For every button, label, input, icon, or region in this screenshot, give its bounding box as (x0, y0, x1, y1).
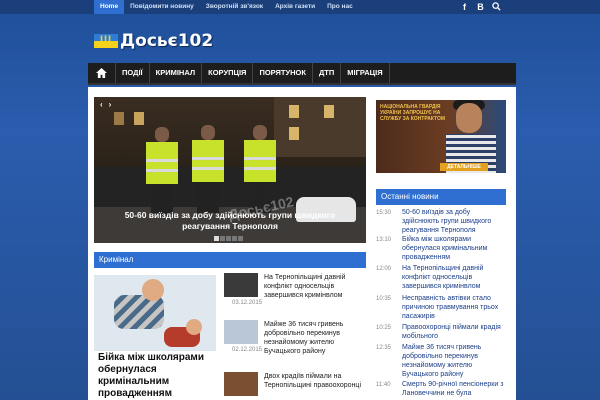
news-title[interactable]: Бійка між школярами обернулася криміналь… (402, 235, 506, 264)
nav-crime[interactable]: КРИМІНАЛ (150, 63, 203, 83)
list-item[interactable]: 12:00 На Тернопільщині давній конфлікт о… (376, 264, 506, 294)
nav-corruption[interactable]: КОРУПЦІЯ (202, 63, 254, 83)
news-time: 11:40 (376, 382, 391, 388)
nav-migration[interactable]: МІГРАЦІЯ (341, 63, 390, 83)
news-time: 13:10 (376, 237, 392, 243)
news-thumbnail (224, 320, 258, 344)
news-title[interactable]: На Тернопільщині давній конфлікт односел… (402, 264, 506, 294)
news-date: 03.12.2015 (232, 300, 263, 306)
slider-next-button[interactable]: › (109, 100, 112, 109)
search-icon[interactable] (491, 1, 502, 13)
news-title[interactable]: Несправність автівки стало причиною трав… (402, 294, 506, 323)
advertisement-banner[interactable]: Національна гвардія України запрошує на … (376, 100, 506, 173)
slider-prev-button[interactable]: ‹ (100, 100, 103, 109)
top-bar: Home Повідомити новину Зворотній зв'язок… (0, 0, 600, 14)
news-title[interactable]: Правоохоронці пiймали крадія мобільного (402, 323, 506, 343)
slider-dot[interactable] (232, 236, 237, 241)
topnav-about[interactable]: Про нас (321, 0, 359, 14)
news-time: 12:35 (376, 345, 392, 351)
featured-crime-title[interactable]: Бійка між школярами обернулася криміналь… (98, 352, 216, 400)
news-title[interactable]: Майже 36 тисяч гривень добровільно перек… (402, 343, 506, 380)
topnav-archive[interactable]: Архів газети (269, 0, 321, 14)
latest-news-list: 15:30 50-60 виїздів за добу здійснюють г… (376, 208, 506, 400)
list-item[interactable]: Майже 36 тисяч гривень добровільно перек… (224, 320, 364, 360)
news-title[interactable]: На Тернопільщині давній конфлікт односел… (264, 273, 364, 300)
news-title[interactable]: Двох крадіїв пiймали на Тернопільщині пр… (264, 372, 364, 390)
trident-icon (94, 34, 118, 48)
list-item[interactable]: На Тернопільщині давній конфлікт односел… (224, 273, 364, 313)
list-item[interactable]: 15:30 50-60 виїздів за добу здійснюють г… (376, 208, 506, 235)
topnav-report-news[interactable]: Повідомити новину (124, 0, 200, 14)
nav-events[interactable]: ПОДІЇ (116, 63, 150, 83)
news-time: 10:25 (376, 325, 392, 331)
section-heading-crime[interactable]: Кримінал (94, 252, 366, 268)
section-heading-latest: Останні новини (376, 189, 506, 205)
list-item[interactable]: 13:10 Бійка між школярами обернулася кри… (376, 235, 506, 264)
logo-text: Досьє102 (120, 31, 214, 51)
slider-dot[interactable] (226, 236, 231, 241)
main-nav: ПОДІЇ КРИМІНАЛ КОРУПЦІЯ ПОРЯТУНОК ДТП МІ… (88, 63, 516, 85)
officer-photo (188, 125, 228, 213)
slider-dot[interactable] (238, 236, 243, 241)
news-time: 15:30 (376, 210, 392, 216)
news-time: 12:00 (376, 266, 392, 272)
facebook-icon[interactable]: f (459, 2, 470, 12)
list-item[interactable]: 10:35 Несправність автівки стало причино… (376, 294, 506, 323)
news-title[interactable]: Смерть 90-річної пенсіонерки з Лановеччи… (402, 380, 506, 400)
news-thumbnail (224, 372, 258, 396)
slider-pagination (214, 236, 243, 241)
ad-details-button[interactable]: ДЕТАЛЬНІШЕ (440, 163, 488, 171)
nav-rescue[interactable]: ПОРЯТУНОК (253, 63, 313, 83)
list-item[interactable]: Двох крадіїв пiймали на Тернопільщині пр… (224, 372, 364, 400)
ad-text: Національна гвардія України запрошує на … (380, 104, 445, 122)
news-thumbnail (224, 273, 258, 297)
list-item[interactable]: 12:35 Майже 36 тисяч гривень добровільно… (376, 343, 506, 380)
nav-traffic-accidents[interactable]: ДТП (313, 63, 342, 83)
featured-crime-image[interactable] (94, 275, 216, 351)
list-item[interactable]: 11:40 Смерть 90-річної пенсіонерки з Лан… (376, 380, 506, 400)
topnav-home[interactable]: Home (94, 0, 125, 14)
topnav-feedback[interactable]: Зворотній зв'язок (200, 0, 269, 14)
news-title[interactable]: 50-60 виїздів за добу здійснюють групи ш… (402, 208, 506, 235)
social-links: f В (459, 0, 502, 14)
list-item[interactable]: 10:25 Правоохоронці пiймали крадія мобіл… (376, 323, 506, 343)
slide-caption[interactable]: 50-60 виїздів за добу здійснюють групи ш… (100, 210, 360, 232)
slider-dot[interactable] (220, 236, 225, 241)
news-time: 10:35 (376, 296, 392, 302)
slider-dot[interactable] (214, 236, 219, 241)
news-title[interactable]: Майже 36 тисяч гривень добровільно перек… (264, 320, 364, 356)
slider-arrows: ‹ › (100, 100, 111, 109)
top-nav: Home Повідомити новину Зворотній зв'язок… (94, 0, 359, 14)
site-logo[interactable]: Досьє102 (94, 31, 213, 51)
news-date: 02.12.2015 (232, 347, 263, 353)
home-icon[interactable] (88, 63, 116, 83)
officer-photo (142, 127, 182, 215)
vk-icon[interactable]: В (475, 2, 486, 12)
